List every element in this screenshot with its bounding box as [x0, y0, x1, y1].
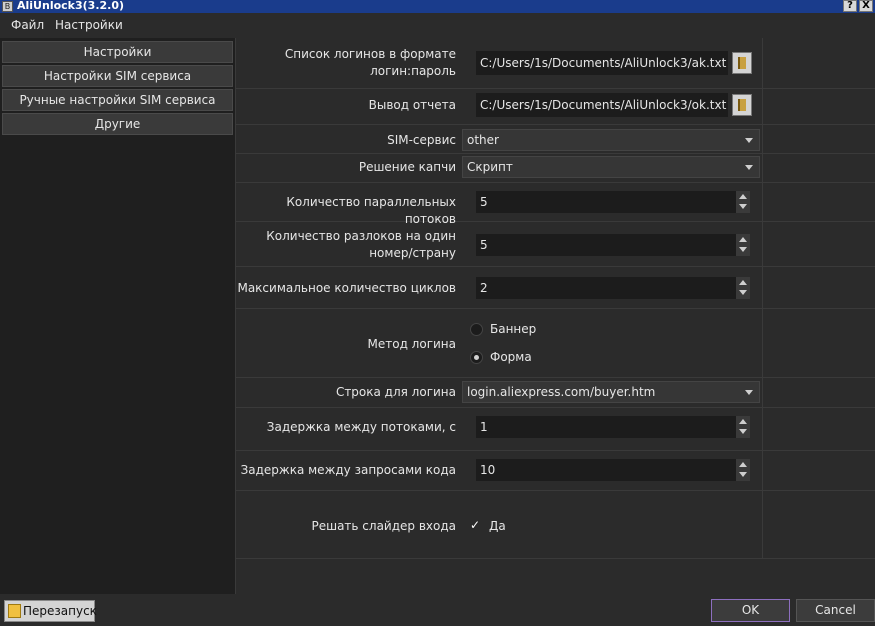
radio-unchecked-icon[interactable]	[470, 323, 483, 336]
row-divider	[236, 450, 875, 451]
window-title: AliUnlock3(3.2.0)	[17, 0, 125, 12]
row-divider	[236, 182, 875, 183]
login-url-label: Строка для логина	[335, 385, 456, 399]
logins-file-input[interactable]: C:/Users/1s/Documents/AliUnlock3/ak.txt	[476, 51, 728, 75]
unlocks-per-number-spinbox[interactable]: 5	[476, 234, 750, 256]
settings-panel: Список логинов в формате логин:пароль C:…	[236, 38, 875, 594]
report-file-label: Вывод отчета	[368, 98, 456, 112]
spin-buttons[interactable]	[736, 459, 750, 481]
thread-delay-label: Задержка между потоками, с	[266, 420, 456, 434]
chevron-down-icon	[745, 138, 753, 143]
unlocks-per-number-label: Количество разлоков на один номер/страну	[266, 229, 456, 260]
cancel-button[interactable]: Cancel	[796, 599, 875, 622]
spin-buttons[interactable]	[736, 191, 750, 213]
menu-settings[interactable]: Настройки	[55, 18, 123, 32]
captcha-label: Решение капчи	[358, 160, 456, 174]
help-button[interactable]: ?	[843, 0, 857, 12]
title-bar: B AliUnlock3(3.2.0) ? X	[0, 0, 875, 13]
spin-up-icon[interactable]	[739, 237, 747, 242]
thread-delay-value: 1	[480, 420, 488, 434]
row-divider	[236, 558, 875, 559]
menu-bar: Файл Настройки	[0, 14, 875, 36]
book-icon	[738, 99, 746, 111]
slider-label: Решать слайдер входа	[311, 519, 456, 533]
logins-file-label: Список логинов в формате логин:пароль	[284, 47, 456, 78]
sidebar-item-settings[interactable]: Настройки	[2, 41, 233, 63]
max-cycles-spinbox[interactable]: 2	[476, 277, 750, 299]
code-delay-spinbox[interactable]: 10	[476, 459, 750, 481]
sidebar-item-sim-service[interactable]: Настройки SIM сервиса	[2, 65, 233, 87]
footer: Перезапуск OK Cancel	[0, 596, 875, 626]
code-delay-label: Задержка между запросами кода	[240, 463, 456, 477]
unlocks-per-number-value: 5	[480, 238, 488, 252]
sim-service-label: SIM-сервис	[387, 133, 456, 147]
row-divider	[236, 153, 875, 154]
max-cycles-value: 2	[480, 281, 488, 295]
spin-down-icon[interactable]	[739, 429, 747, 434]
column-divider	[762, 38, 763, 558]
spin-up-icon[interactable]	[739, 194, 747, 199]
threads-label: Количество параллельных потоков	[286, 195, 456, 226]
captcha-value: Скрипт	[467, 160, 513, 174]
sim-service-select[interactable]: other	[462, 129, 760, 151]
chevron-down-icon	[745, 165, 753, 170]
menu-file[interactable]: Файл	[11, 18, 44, 32]
sidebar: Настройки Настройки SIM сервиса Ручные н…	[0, 38, 236, 594]
captcha-select[interactable]: Скрипт	[462, 156, 760, 178]
row-divider	[236, 266, 875, 267]
app-icon: B	[2, 1, 13, 12]
restart-icon	[8, 604, 21, 618]
row-divider	[236, 308, 875, 309]
spin-down-icon[interactable]	[739, 247, 747, 252]
spin-down-icon[interactable]	[739, 290, 747, 295]
row-divider	[236, 377, 875, 378]
spin-buttons[interactable]	[736, 416, 750, 438]
row-divider	[236, 88, 875, 89]
chevron-down-icon	[745, 390, 753, 395]
checkmark-icon[interactable]: ✓	[470, 519, 483, 532]
row-divider	[236, 407, 875, 408]
login-method-label: Метод логина	[367, 337, 457, 351]
report-file-browse-button[interactable]	[732, 94, 752, 116]
spin-up-icon[interactable]	[739, 280, 747, 285]
login-url-value: login.aliexpress.com/buyer.htm	[467, 385, 656, 399]
book-icon	[738, 57, 746, 69]
spin-up-icon[interactable]	[739, 462, 747, 467]
spin-down-icon[interactable]	[739, 472, 747, 477]
report-file-input[interactable]: C:/Users/1s/Documents/AliUnlock3/ok.txt	[476, 93, 728, 117]
spin-buttons[interactable]	[736, 234, 750, 256]
login-url-select[interactable]: login.aliexpress.com/buyer.htm	[462, 381, 760, 403]
sidebar-item-other[interactable]: Другие	[2, 113, 233, 135]
spin-up-icon[interactable]	[739, 419, 747, 424]
code-delay-value: 10	[480, 463, 496, 477]
max-cycles-label: Максимальное количество циклов	[237, 281, 456, 295]
spin-buttons[interactable]	[736, 277, 750, 299]
threads-spinbox[interactable]: 5	[476, 191, 750, 213]
radio-checked-icon[interactable]	[470, 351, 483, 364]
row-divider	[236, 490, 875, 491]
thread-delay-spinbox[interactable]: 1	[476, 416, 750, 438]
sidebar-item-manual-sim[interactable]: Ручные настройки SIM сервиса	[2, 89, 233, 111]
spin-down-icon[interactable]	[739, 204, 747, 209]
close-button[interactable]: X	[859, 0, 873, 12]
logins-file-browse-button[interactable]	[732, 52, 752, 74]
row-divider	[236, 124, 875, 125]
restart-button[interactable]: Перезапуск	[4, 600, 97, 622]
ok-button[interactable]: OK	[711, 599, 790, 622]
sim-service-value: other	[467, 133, 499, 147]
threads-value: 5	[480, 195, 488, 209]
